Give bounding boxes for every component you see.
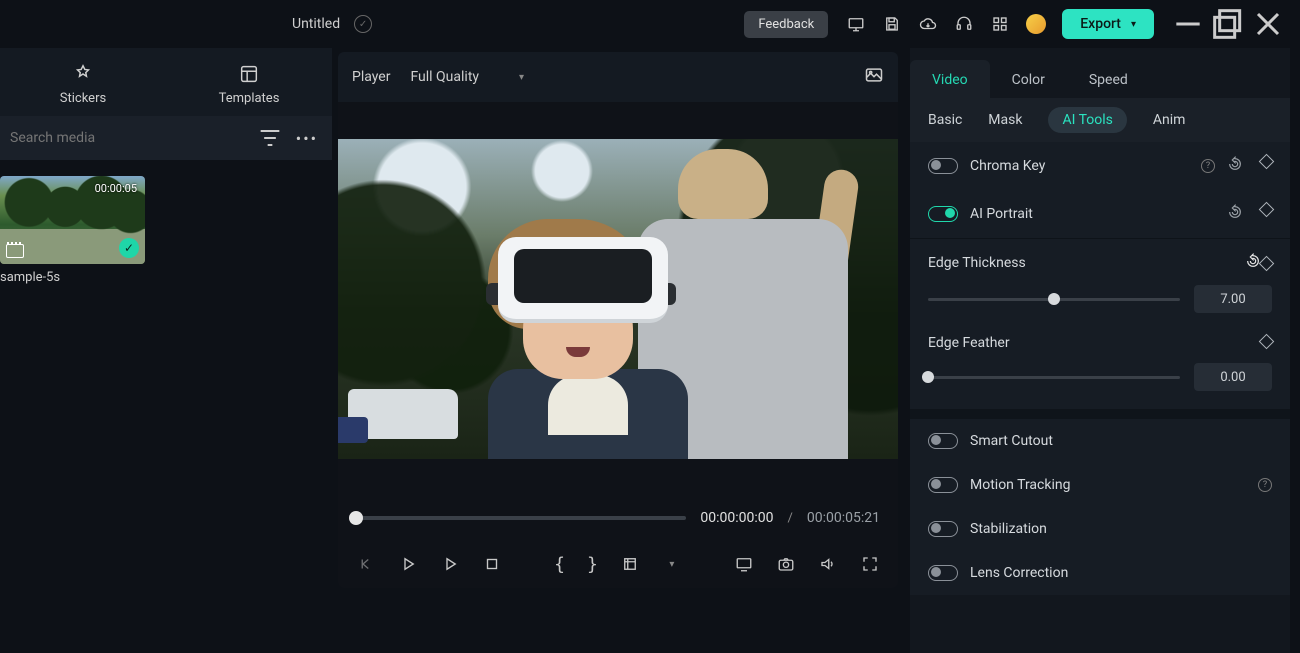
project-title: Untitled bbox=[292, 16, 340, 32]
snapshot-icon[interactable] bbox=[864, 65, 884, 89]
smart-cutout-toggle[interactable] bbox=[928, 433, 958, 449]
search-input[interactable] bbox=[10, 130, 248, 146]
added-check-icon: ✓ bbox=[119, 238, 139, 258]
keyframe-icon[interactable] bbox=[1261, 258, 1272, 273]
media-panel: Stickers Templates ••• 00:00:05 ✓ sample… bbox=[0, 48, 332, 653]
help-icon[interactable]: ? bbox=[1201, 159, 1215, 173]
support-icon[interactable] bbox=[946, 6, 982, 42]
cloud-download-icon[interactable] bbox=[910, 6, 946, 42]
lens-correction-toggle[interactable] bbox=[928, 565, 958, 581]
basic-subtab[interactable]: Basic bbox=[928, 112, 962, 128]
edge-feather-value[interactable]: 0.00 bbox=[1194, 363, 1272, 391]
chroma-key-label: Chroma Key bbox=[970, 158, 1193, 174]
mark-in-button[interactable]: { bbox=[554, 554, 565, 575]
titlebar: Untitled ✓ Feedback Export ▾ bbox=[0, 0, 1300, 48]
templates-tab[interactable]: Templates bbox=[166, 57, 332, 112]
stickers-label: Stickers bbox=[60, 91, 106, 106]
reset-icon[interactable] bbox=[1227, 156, 1243, 176]
filter-icon[interactable] bbox=[256, 124, 284, 152]
motion-tracking-label: Motion Tracking bbox=[970, 477, 1250, 493]
ai-tools-subtab[interactable]: AI Tools bbox=[1048, 107, 1126, 133]
templates-icon bbox=[238, 63, 260, 85]
anim-subtab[interactable]: Anim bbox=[1153, 112, 1186, 128]
keyframe-icon[interactable] bbox=[1261, 204, 1272, 224]
media-thumbnail[interactable]: 00:00:05 ✓ bbox=[0, 176, 145, 264]
device-preview-icon[interactable] bbox=[838, 6, 874, 42]
export-button[interactable]: Export ▾ bbox=[1062, 9, 1154, 39]
stickers-tab[interactable]: Stickers bbox=[0, 57, 166, 112]
reset-icon[interactable] bbox=[1227, 204, 1243, 224]
preview-frame[interactable] bbox=[338, 139, 898, 459]
edge-feather-slider[interactable] bbox=[928, 376, 1180, 379]
motion-tracking-row: Motion Tracking ? bbox=[910, 463, 1290, 507]
time-separator: / bbox=[788, 511, 793, 526]
search-row: ••• bbox=[0, 116, 332, 160]
color-tab[interactable]: Color bbox=[990, 60, 1067, 98]
player-label: Player bbox=[352, 69, 390, 85]
saved-indicator-icon: ✓ bbox=[354, 15, 372, 33]
window-close-button[interactable] bbox=[1248, 6, 1288, 42]
volume-button[interactable] bbox=[818, 554, 838, 574]
total-time: 00:00:05:21 bbox=[807, 510, 880, 526]
help-icon[interactable]: ? bbox=[1258, 478, 1272, 492]
mask-subtab[interactable]: Mask bbox=[988, 112, 1022, 128]
smart-cutout-row: Smart Cutout bbox=[910, 419, 1290, 463]
chroma-key-toggle[interactable] bbox=[928, 158, 958, 174]
lens-correction-row: Lens Correction bbox=[910, 551, 1290, 595]
edge-thickness-label: Edge Thickness bbox=[928, 255, 1245, 271]
crop-button[interactable] bbox=[620, 554, 640, 574]
lens-correction-label: Lens Correction bbox=[970, 565, 1272, 581]
export-label: Export bbox=[1080, 16, 1121, 32]
more-options-icon[interactable]: ••• bbox=[292, 129, 322, 148]
templates-label: Templates bbox=[219, 91, 280, 106]
speed-tab[interactable]: Speed bbox=[1067, 60, 1150, 98]
fullscreen-button[interactable] bbox=[860, 554, 880, 574]
keyframe-icon[interactable] bbox=[1261, 156, 1272, 176]
edge-thickness-value[interactable]: 7.00 bbox=[1194, 285, 1272, 313]
film-icon bbox=[6, 244, 24, 258]
edge-thickness-section: Edge Thickness 7.00 bbox=[910, 239, 1290, 331]
current-time: 00:00:00:00 bbox=[700, 510, 773, 526]
chevron-down-icon: ▾ bbox=[519, 72, 524, 83]
clip-name: sample-5s bbox=[0, 270, 324, 285]
ai-portrait-toggle[interactable] bbox=[928, 206, 958, 222]
motion-tracking-toggle[interactable] bbox=[928, 477, 958, 493]
smart-cutout-label: Smart Cutout bbox=[970, 433, 1272, 449]
stabilization-toggle[interactable] bbox=[928, 521, 958, 537]
credits-icon[interactable] bbox=[1026, 14, 1046, 34]
feedback-button[interactable]: Feedback bbox=[744, 11, 828, 38]
stabilization-label: Stabilization bbox=[970, 521, 1272, 537]
timeline-scrubber[interactable] bbox=[356, 516, 686, 520]
video-tab[interactable]: Video bbox=[910, 60, 990, 98]
window-minimize-button[interactable] bbox=[1168, 6, 1208, 42]
stop-button[interactable] bbox=[482, 554, 502, 574]
edge-feather-label: Edge Feather bbox=[928, 335, 1261, 351]
play-button[interactable] bbox=[398, 554, 418, 574]
keyframe-icon[interactable] bbox=[1261, 336, 1272, 351]
chevron-down-icon: ▾ bbox=[1131, 19, 1136, 30]
ai-portrait-label: AI Portrait bbox=[970, 206, 1215, 222]
reset-icon[interactable] bbox=[1245, 258, 1261, 273]
inspector-panel: Video Color Speed Basic Mask AI Tools An… bbox=[910, 48, 1290, 653]
quality-dropdown[interactable]: Full Quality▾ bbox=[404, 65, 530, 89]
ai-portrait-row: AI Portrait bbox=[910, 190, 1290, 239]
window-maximize-button[interactable] bbox=[1208, 6, 1248, 42]
stabilization-row: Stabilization bbox=[910, 507, 1290, 551]
prev-frame-button[interactable] bbox=[356, 554, 376, 574]
edge-thickness-slider[interactable] bbox=[928, 298, 1180, 301]
stickers-icon bbox=[72, 63, 94, 85]
display-settings-button[interactable] bbox=[734, 554, 754, 574]
clip-duration: 00:00:05 bbox=[95, 182, 137, 195]
save-icon[interactable] bbox=[874, 6, 910, 42]
mark-out-button[interactable]: } bbox=[587, 554, 598, 575]
chevron-down-icon[interactable]: ▾ bbox=[662, 554, 682, 574]
edge-feather-section: Edge Feather 0.00 bbox=[910, 331, 1290, 409]
apps-grid-icon[interactable] bbox=[982, 6, 1018, 42]
next-frame-button[interactable] bbox=[440, 554, 460, 574]
player-panel: Player Full Quality▾ 00:00:00:00 / 00:00… bbox=[332, 48, 904, 653]
chroma-key-row: Chroma Key ? bbox=[910, 142, 1290, 190]
camera-button[interactable] bbox=[776, 554, 796, 574]
